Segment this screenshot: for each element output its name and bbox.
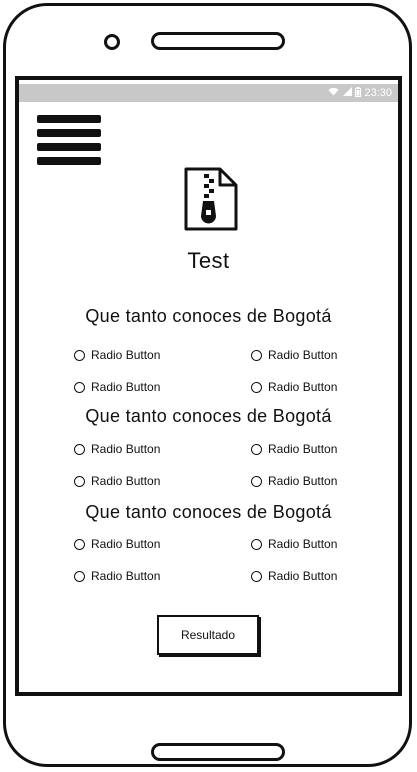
q2-radio-option-4[interactable]: Radio Button (251, 474, 337, 488)
q3-radio-option-3[interactable]: Radio Button (74, 569, 160, 583)
question-1-text: Que tanto conoces de Bogotá (85, 306, 332, 326)
radio-label: Radio Button (91, 348, 161, 362)
radio-circle-icon (74, 349, 85, 361)
zip-file-icon (180, 166, 240, 232)
q2-radio-option-3[interactable]: Radio Button (74, 474, 160, 488)
radio-label: Radio Button (268, 348, 338, 362)
q1-radio-option-2[interactable]: Radio Button (251, 348, 337, 362)
home-button[interactable] (151, 743, 285, 761)
radio-label: Radio Button (91, 569, 161, 583)
camera-icon (104, 34, 120, 50)
phone-screen: 23:30 Test Que tanto conoces de Bogotá R… (15, 76, 402, 696)
radio-label: Radio Button (268, 442, 338, 456)
resultado-button[interactable]: Resultado (157, 615, 259, 655)
radio-circle-icon (74, 381, 85, 393)
radio-circle-icon (74, 538, 85, 550)
speaker-grille (151, 32, 285, 50)
radio-label: Radio Button (268, 537, 338, 551)
radio-label: Radio Button (268, 380, 338, 394)
resultado-button-label: Resultado (180, 628, 236, 642)
radio-circle-icon (251, 538, 262, 550)
radio-label: Radio Button (268, 569, 338, 583)
q2-radio-option-1[interactable]: Radio Button (74, 442, 160, 456)
app-title: Test (187, 248, 230, 273)
phone-mockup: 23:30 Test Que tanto conoces de Bogotá R… (0, 0, 417, 772)
radio-circle-icon (251, 381, 262, 393)
signal-icon (342, 87, 353, 99)
radio-label: Radio Button (91, 442, 161, 456)
radio-circle-icon (74, 570, 85, 582)
radio-circle-icon (74, 475, 85, 487)
question-2-text: Que tanto conoces de Bogotá (85, 406, 332, 426)
q1-radio-option-3[interactable]: Radio Button (74, 380, 160, 394)
q3-radio-option-4[interactable]: Radio Button (251, 569, 337, 583)
q2-radio-option-2[interactable]: Radio Button (251, 442, 337, 456)
q1-radio-option-4[interactable]: Radio Button (251, 380, 337, 394)
battery-icon (355, 86, 362, 100)
radio-circle-icon (74, 443, 85, 455)
wifi-icon (328, 87, 339, 99)
q3-radio-option-1[interactable]: Radio Button (74, 537, 160, 551)
radio-label: Radio Button (268, 474, 338, 488)
radio-circle-icon (251, 570, 262, 582)
question-3-text: Que tanto conoces de Bogotá (85, 502, 332, 522)
radio-label: Radio Button (91, 474, 161, 488)
radio-circle-icon (251, 475, 262, 487)
status-bar: 23:30 (19, 84, 398, 102)
q1-radio-option-1[interactable]: Radio Button (74, 348, 160, 362)
radio-circle-icon (251, 443, 262, 455)
radio-label: Radio Button (91, 537, 161, 551)
hamburger-menu-icon[interactable] (37, 115, 103, 167)
radio-label: Radio Button (91, 380, 161, 394)
status-time: 23:30 (364, 87, 392, 99)
radio-circle-icon (251, 349, 262, 361)
q3-radio-option-2[interactable]: Radio Button (251, 537, 337, 551)
